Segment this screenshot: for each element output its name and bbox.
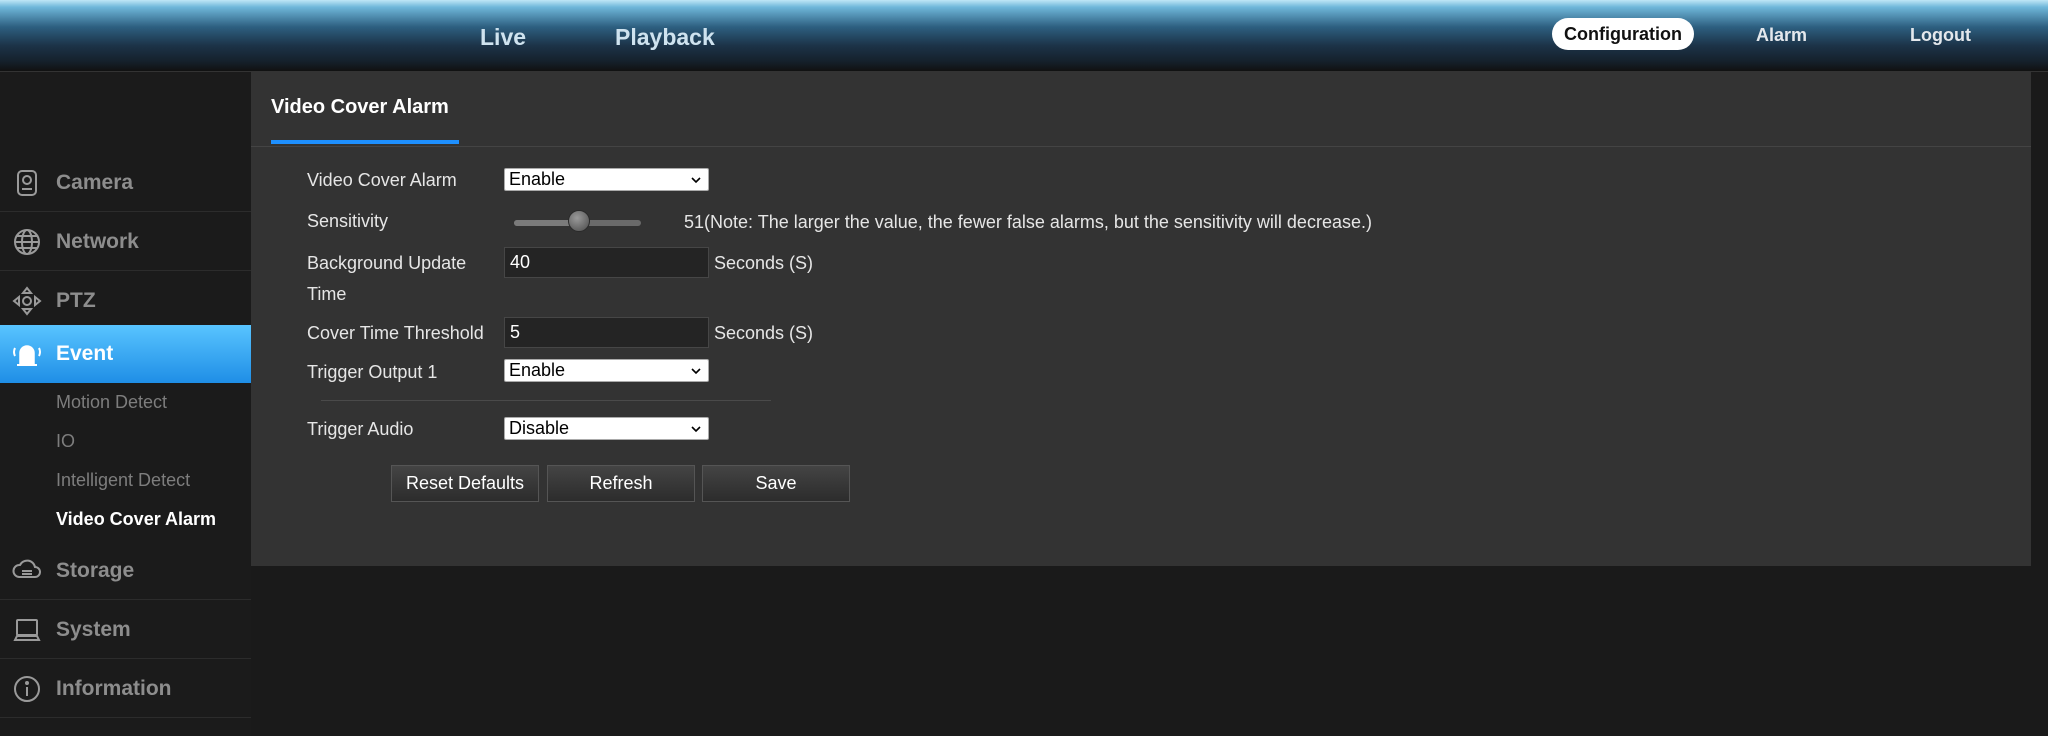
trigger-output-select[interactable]: Enable (504, 359, 709, 382)
video-cover-alarm-select[interactable]: Enable (504, 168, 709, 191)
config-panel: Video Cover Alarm Video Cover Alarm Enab… (251, 72, 2031, 566)
background-update-input[interactable]: 40 (504, 247, 709, 278)
sidebar-item-storage[interactable]: Storage (0, 542, 251, 600)
select-value: Enable (509, 169, 566, 189)
top-navigation-bar: Live Playback Configuration Alarm Logout (0, 0, 2048, 72)
camera-icon (17, 169, 37, 196)
trigger-audio-select[interactable]: Disable (504, 417, 709, 440)
reset-defaults-button[interactable]: Reset Defaults (391, 465, 539, 502)
nav-logout[interactable]: Logout (1910, 25, 1971, 46)
sensitivity-slider-thumb[interactable] (567, 210, 590, 232)
nav-configuration[interactable]: Configuration (1552, 18, 1694, 50)
sensitivity-label: Sensitivity (307, 211, 389, 231)
active-tab-indicator (271, 140, 459, 144)
sidebar: Camera Network PTZ Event Motion Detect I… (0, 72, 263, 736)
ptz-arrows-icon (12, 285, 42, 316)
video-cover-alarm-label: Video Cover Alarm (307, 170, 457, 190)
sidebar-item-label: PTZ (56, 288, 96, 312)
sidebar-subitem-intelligent-detect[interactable]: Intelligent Detect (56, 470, 190, 491)
nav-live[interactable]: Live (480, 24, 526, 51)
computer-icon (13, 618, 41, 641)
panel-header: Video Cover Alarm (251, 72, 2031, 147)
refresh-button[interactable]: Refresh (547, 465, 695, 502)
trigger-audio-label: Trigger Audio (307, 419, 414, 439)
sidebar-item-ptz[interactable]: PTZ (0, 272, 251, 330)
sidebar-item-label: Information (56, 676, 172, 700)
background-update-label-line1: Background Update (307, 253, 467, 273)
nav-alarm[interactable]: Alarm (1756, 25, 1807, 46)
sidebar-item-system[interactable]: System (0, 601, 251, 659)
save-button[interactable]: Save (702, 465, 850, 502)
tab-video-cover-alarm[interactable]: Video Cover Alarm (271, 96, 449, 119)
sidebar-item-label: Network (56, 229, 139, 253)
cover-time-threshold-label: Cover Time Threshold (307, 323, 484, 343)
divider (321, 400, 771, 401)
trigger-output-label: Trigger Output 1 (307, 362, 438, 382)
sidebar-item-camera[interactable]: Camera (0, 154, 251, 212)
sidebar-subitem-video-cover-alarm[interactable]: Video Cover Alarm (56, 509, 216, 530)
sidebar-item-label: Event (56, 342, 114, 365)
chevron-down-icon (691, 368, 701, 375)
cloud-storage-icon (12, 559, 41, 578)
globe-icon (14, 228, 40, 255)
alarm-bell-icon (13, 345, 41, 366)
chevron-down-icon (691, 177, 701, 184)
sidebar-item-information[interactable]: Information (0, 660, 251, 718)
select-value: Enable (509, 360, 566, 380)
background-update-label-line2: Time (307, 284, 347, 304)
sensitivity-value: 51 (684, 212, 705, 232)
info-icon (14, 675, 40, 702)
sensitivity-note: (Note: The larger the value, the fewer f… (704, 212, 1372, 232)
sidebar-item-network[interactable]: Network (0, 213, 251, 271)
sidebar-item-label: Camera (56, 170, 134, 194)
sidebar-subitem-motion-detect[interactable]: Motion Detect (56, 392, 167, 413)
cover-time-threshold-unit: Seconds (S) (714, 323, 814, 343)
select-value: Disable (509, 418, 570, 438)
sidebar-subitem-io[interactable]: IO (56, 431, 75, 452)
sidebar-item-label: Storage (56, 558, 135, 582)
sidebar-item-label: System (56, 617, 131, 641)
nav-playback[interactable]: Playback (615, 24, 715, 51)
background-update-unit: Seconds (S) (714, 253, 814, 273)
cover-time-threshold-input[interactable]: 5 (504, 317, 709, 348)
sidebar-item-event[interactable]: Event (0, 325, 263, 383)
chevron-down-icon (691, 426, 701, 433)
